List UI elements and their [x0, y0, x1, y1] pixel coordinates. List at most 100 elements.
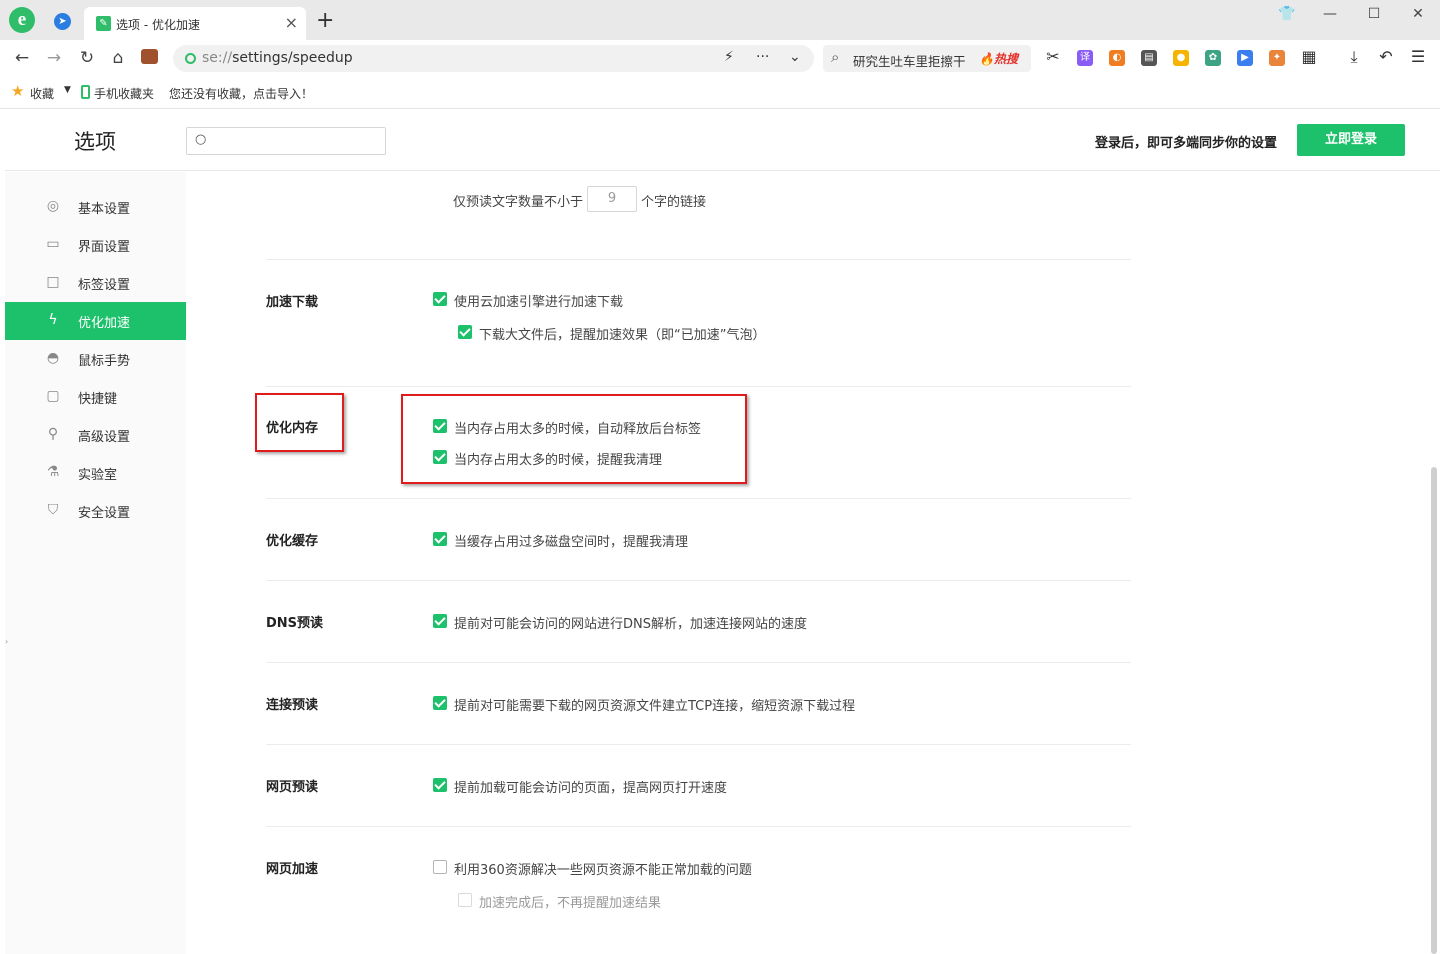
sidebar-item-tabs[interactable]: □ 标签设置 [5, 264, 186, 302]
wrench-icon: ✎ [96, 16, 111, 31]
settings-sidebar: ◎ 基本设置 ▭ 界面设置 □ 标签设置 ϟ 优化加速 ◓ 鼠标手势 ▢ 快捷键… [5, 172, 186, 954]
forward-button[interactable]: → [44, 48, 64, 68]
checkbox[interactable] [433, 778, 447, 792]
menu-icon[interactable]: ☰ [1408, 47, 1428, 66]
chevron-down-icon[interactable]: ▼ [64, 85, 71, 95]
checkbox [458, 893, 472, 907]
game-ext-icon[interactable]: ◐ [1109, 50, 1125, 66]
mouse-icon: ◓ [46, 350, 60, 366]
settings-page: 选项 ○ 登录后，即可多端同步你的设置 立即登录 ◎ 基本设置 ▭ 界面设置 □… [5, 110, 1440, 954]
phone-icon [81, 85, 90, 99]
tab-close-icon[interactable]: × [285, 13, 298, 32]
prefetch-prefix: 仅预读文字数量不小于 [453, 195, 584, 210]
settings-header: 选项 ○ 登录后，即可多端同步你的设置 立即登录 [5, 110, 1440, 171]
sidebar-item-mouse[interactable]: ◓ 鼠标手势 [5, 340, 186, 378]
address-toolbar: ← → ↻ ⌂ se://settings/speedup ⚡ ··· ⌄ ⌕ … [0, 40, 1440, 76]
close-window-button[interactable]: ✕ [1406, 6, 1430, 22]
settings-search-input[interactable]: ○ [186, 127, 386, 155]
home-button[interactable]: ⌂ [108, 48, 128, 68]
translate-ext-icon[interactable]: 译 [1077, 50, 1093, 66]
sidebar-item-lab[interactable]: ⚗ 实验室 [5, 454, 186, 492]
import-bookmarks-link[interactable]: 您还没有收藏，点击导入！ [169, 85, 313, 102]
keyboard-icon: ▢ [46, 388, 60, 404]
briefcase-icon[interactable] [141, 49, 158, 64]
address-bar[interactable]: se://settings/speedup ⚡ ··· ⌄ [173, 45, 814, 72]
vertical-scrollbar[interactable] [1429, 172, 1439, 954]
option-label: 提前对可能需要下载的网页资源文件建立TCP连接，缩短资源下载过程 [454, 699, 856, 714]
gpt-ext-icon[interactable]: ✿ [1205, 50, 1221, 66]
divider [266, 386, 1131, 387]
prefetch-word-count-input[interactable]: 9 [587, 186, 637, 212]
sidebar-item-label: 标签设置 [78, 278, 131, 293]
option-label: 提前加载可能会访问的页面，提高网页打开速度 [454, 781, 728, 796]
undo-icon[interactable]: ↶ [1376, 47, 1396, 66]
option-label: 加速完成后，不再提醒加速结果 [479, 896, 662, 911]
maximize-button[interactable]: ☐ [1362, 6, 1386, 22]
sidebar-item-label: 实验室 [78, 468, 118, 483]
apps-grid-icon[interactable]: ▦ [1299, 47, 1319, 66]
more-icon[interactable]: ··· [756, 49, 769, 65]
tools-ext-icon[interactable]: ✦ [1269, 50, 1285, 66]
scrollbar-thumb[interactable] [1431, 467, 1437, 954]
download-icon[interactable]: ⤓ [1344, 47, 1364, 67]
scissors-icon[interactable]: ✂ [1043, 47, 1063, 66]
login-button[interactable]: 立即登录 [1297, 124, 1405, 156]
minimize-button[interactable]: — [1318, 6, 1342, 22]
search-box[interactable]: ⌕ 研究生吐车里拒擦干 🔥热搜 [823, 45, 1031, 72]
tab-icon: □ [46, 274, 60, 290]
chevron-down-icon[interactable]: ⌄ [789, 49, 801, 65]
search-icon: ○ [195, 132, 207, 147]
checkbox[interactable] [433, 860, 447, 874]
flask-icon: ⚗ [46, 464, 60, 480]
sidebar-item-security[interactable]: ⛉ 安全设置 [5, 492, 186, 530]
mobile-favorites-link[interactable]: 手机收藏夹 [94, 85, 154, 102]
sidebar-item-advanced[interactable]: ⚲ 高级设置 [5, 416, 186, 454]
secure-icon [185, 53, 196, 64]
favorites-link[interactable]: 收藏 [30, 85, 54, 102]
sidebar-item-interface[interactable]: ▭ 界面设置 [5, 226, 186, 264]
option-label: 当缓存占用过多磁盘空间时，提醒我清理 [454, 535, 689, 550]
refresh-button[interactable]: ↻ [77, 48, 97, 68]
login-hint: 登录后，即可多端同步你的设置 [1094, 136, 1277, 151]
tab-title: 选项 - 优化加速 [116, 18, 200, 32]
browser-logo-icon[interactable]: e [9, 7, 35, 33]
video-ext-icon[interactable]: ▶ [1237, 50, 1253, 66]
divider [266, 259, 1131, 260]
page-title: 选项 [74, 130, 116, 154]
lightning-icon[interactable]: ⚡ [724, 49, 734, 65]
section-title-download: 加速下载 [266, 295, 319, 310]
option-label: 使用云加速引擎进行加速下载 [454, 295, 624, 310]
new-tab-button[interactable]: + [316, 8, 334, 33]
book-ext-icon[interactable]: ▤ [1141, 50, 1157, 66]
search-suggestion[interactable]: 研究生吐车里拒擦干 [853, 51, 966, 70]
sidebar-item-label: 基本设置 [78, 202, 131, 217]
sidebar-item-basic[interactable]: ◎ 基本设置 [5, 188, 186, 226]
url-text[interactable]: se://settings/speedup [202, 50, 353, 66]
skin-icon[interactable]: 👕 [1275, 6, 1299, 22]
sidebar-item-label: 安全设置 [78, 506, 131, 521]
sidebar-item-shortcuts[interactable]: ▢ 快捷键 [5, 378, 186, 416]
checkbox[interactable] [433, 614, 447, 628]
search-icon: ⌕ [831, 48, 840, 66]
lightning-icon: ϟ [48, 312, 58, 328]
tab-strip: e ➤ ✎ 选项 - 优化加速 × + 👕 — ☐ ✕ [0, 0, 1440, 40]
prefetch-suffix: 个字的链接 [641, 195, 707, 210]
checkbox[interactable] [433, 532, 447, 546]
tab-settings[interactable]: ✎ 选项 - 优化加速 × [84, 7, 306, 40]
hot-search-badge: 🔥热搜 [979, 52, 1018, 66]
sidebar-item-label: 界面设置 [78, 240, 131, 255]
checkbox[interactable] [433, 696, 447, 710]
chevron-right-icon: › [5, 637, 9, 646]
back-button[interactable]: ← [12, 48, 32, 68]
pinned-tab-icon[interactable]: ➤ [54, 13, 71, 30]
speedup-settings-content: 仅预读文字数量不小于 9 个字的链接 加速下载 使用云加速引擎进行加速下载 下载… [255, 172, 1131, 954]
section-title-page-preload: 网页预读 [266, 780, 319, 795]
divider [266, 744, 1131, 745]
sidebar-item-label: 鼠标手势 [78, 354, 131, 369]
checkbox[interactable] [458, 325, 472, 339]
checkbox[interactable] [433, 292, 447, 306]
sidebar-item-speedup[interactable]: ϟ 优化加速 [5, 302, 186, 340]
shield-ext-icon[interactable]: ● [1173, 50, 1189, 66]
section-title-connect: 连接预读 [266, 698, 319, 713]
sidebar-item-label: 高级设置 [78, 430, 131, 445]
